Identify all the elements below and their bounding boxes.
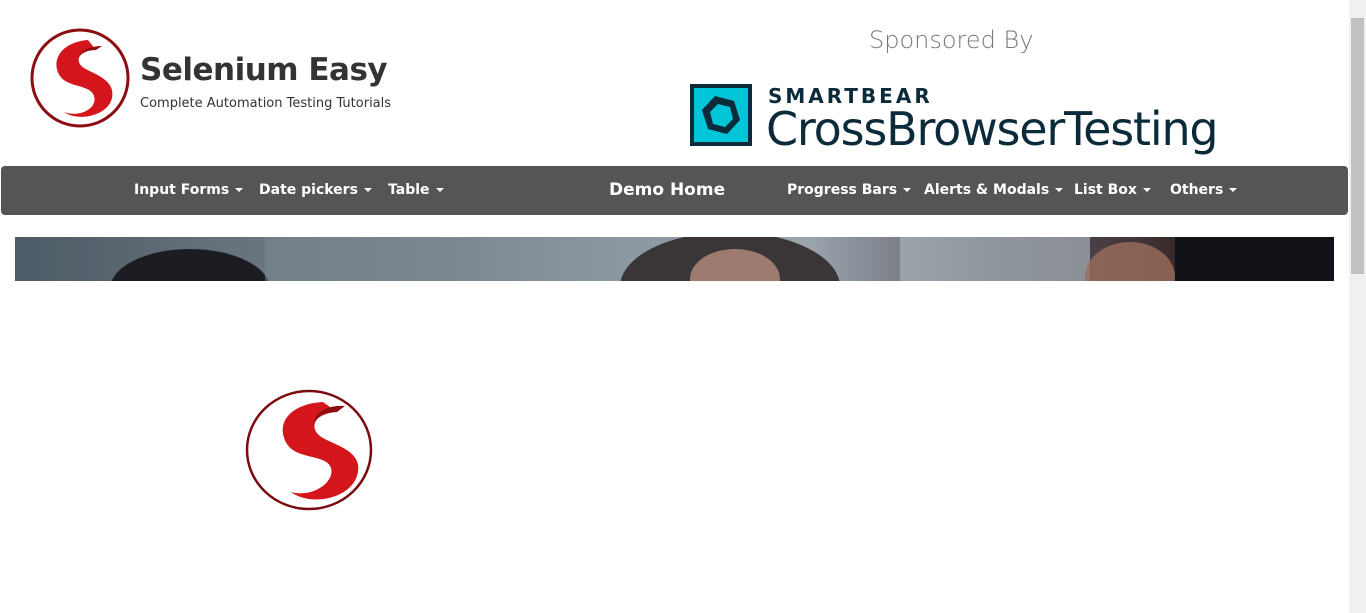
caret-down-icon [903,188,912,192]
nav-date-pickers[interactable]: Date pickers [259,166,372,215]
selenium-easy-logo-icon[interactable] [28,26,132,130]
nav-label: Others [1170,182,1224,198]
sponsor-brand-main[interactable]: CrossBrowserTesting [766,102,1219,156]
caret-down-icon [1229,188,1238,192]
caret-down-icon [1055,188,1064,192]
caret-down-icon [435,188,444,192]
selenium-easy-large-logo-icon [245,388,377,512]
nav-list-box[interactable]: List Box [1074,166,1151,215]
nav-label: Alerts & Modals [924,182,1050,198]
scrollbar-thumb[interactable] [1351,18,1364,274]
vertical-scrollbar[interactable] [1349,0,1366,613]
brand-subtitle: Complete Automation Testing Tutorials [140,96,392,111]
hero-banner-image [15,237,1334,281]
sponsored-label: Sponsored By [869,26,1034,54]
caret-down-icon [235,188,244,192]
nav-label: Table [388,182,430,198]
nav-label: Input Forms [134,182,230,198]
main-navbar: Input Forms Date pickers Table Demo Home… [1,166,1348,215]
caret-down-icon [363,188,372,192]
smartbear-icon[interactable] [689,83,753,147]
caret-down-icon [1142,188,1151,192]
nav-progress-bars[interactable]: Progress Bars [787,166,912,215]
nav-label: Date pickers [259,182,358,198]
brand-title: Selenium Easy [140,52,388,88]
nav-label: Demo Home [609,180,726,200]
nav-input-forms[interactable]: Input Forms [134,166,244,215]
nav-label: List Box [1074,182,1137,198]
page: Selenium Easy Complete Automation Testin… [0,0,1349,613]
nav-alerts-modals[interactable]: Alerts & Modals [924,166,1064,215]
nav-table[interactable]: Table [388,166,444,215]
nav-label: Progress Bars [787,182,898,198]
nav-demo-home[interactable]: Demo Home [609,166,725,215]
nav-others[interactable]: Others [1170,166,1238,215]
